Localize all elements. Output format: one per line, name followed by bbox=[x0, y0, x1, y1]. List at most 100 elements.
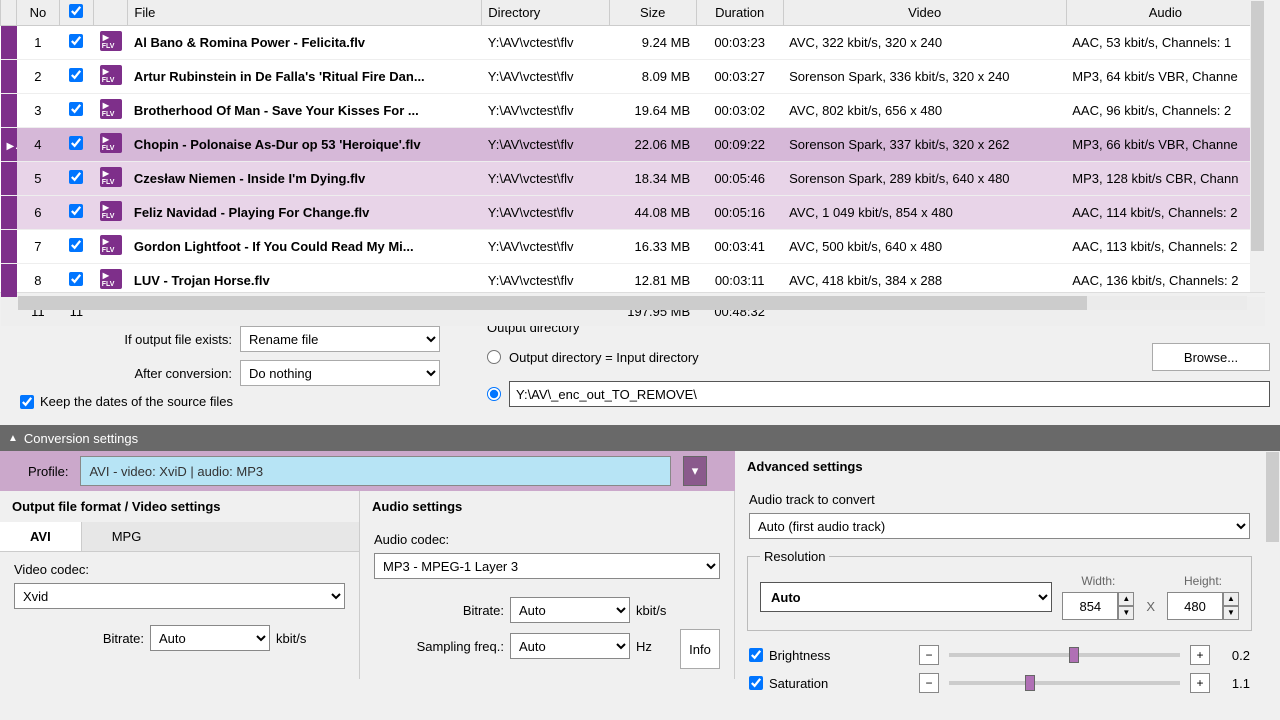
audio-bitrate-select[interactable]: Auto bbox=[510, 597, 630, 623]
col-check[interactable] bbox=[59, 0, 93, 26]
cell-dur: 00:03:11 bbox=[696, 264, 783, 298]
flv-icon bbox=[100, 167, 122, 187]
cell-dir: Y:\AV\vctest\flv bbox=[482, 60, 609, 94]
col-directory[interactable]: Directory bbox=[482, 0, 609, 26]
browse-button[interactable]: Browse... bbox=[1152, 343, 1270, 371]
flv-icon bbox=[100, 65, 122, 85]
audio-codec-select[interactable]: MP3 - MPEG-1 Layer 3 bbox=[374, 553, 720, 579]
cell-video: Sorenson Spark, 337 kbit/s, 320 x 262 bbox=[783, 128, 1066, 162]
saturation-row: Saturation − + 1.1 bbox=[735, 669, 1264, 697]
height-down[interactable]: ▼ bbox=[1223, 606, 1239, 620]
saturation-slider[interactable] bbox=[949, 681, 1180, 685]
outdir-same-radio[interactable] bbox=[487, 350, 501, 364]
width-up[interactable]: ▲ bbox=[1118, 592, 1134, 606]
profile-input[interactable] bbox=[80, 456, 671, 486]
outdir-custom-radio[interactable] bbox=[487, 387, 501, 401]
col-size[interactable]: Size bbox=[609, 0, 696, 26]
table-hscroll[interactable]: ◀ ▶ bbox=[0, 292, 1265, 312]
cell-check[interactable] bbox=[59, 196, 93, 230]
file-table-container: No File Directory Size Duration Video Au… bbox=[0, 0, 1265, 292]
saturation-minus[interactable]: − bbox=[919, 673, 939, 693]
sampling-select[interactable]: Auto bbox=[510, 633, 630, 659]
table-header-row: No File Directory Size Duration Video Au… bbox=[1, 0, 1265, 26]
brightness-minus[interactable]: − bbox=[919, 645, 939, 665]
cell-check[interactable] bbox=[59, 26, 93, 60]
cell-check[interactable] bbox=[59, 94, 93, 128]
row-checkbox[interactable] bbox=[69, 68, 83, 82]
outdir-path-input[interactable] bbox=[509, 381, 1270, 407]
advanced-vscroll[interactable] bbox=[1265, 451, 1280, 691]
col-duration[interactable]: Duration bbox=[696, 0, 783, 26]
cell-check[interactable] bbox=[59, 230, 93, 264]
table-row[interactable]: 7Gordon Lightfoot - If You Could Read My… bbox=[1, 230, 1265, 264]
cell-video: AVC, 802 kbit/s, 656 x 480 bbox=[783, 94, 1066, 128]
row-checkbox[interactable] bbox=[69, 204, 83, 218]
row-checkbox[interactable] bbox=[69, 136, 83, 150]
row-checkbox[interactable] bbox=[69, 272, 83, 286]
row-checkbox[interactable] bbox=[69, 238, 83, 252]
cell-check[interactable] bbox=[59, 60, 93, 94]
audio-codec-label: Audio codec: bbox=[374, 532, 720, 547]
brightness-label: Brightness bbox=[769, 648, 830, 663]
advanced-settings-title: Advanced settings bbox=[735, 451, 1264, 482]
row-checkbox[interactable] bbox=[69, 34, 83, 48]
table-row[interactable]: 1Al Bano & Romina Power - Felicita.flvY:… bbox=[1, 26, 1265, 60]
brightness-plus[interactable]: + bbox=[1190, 645, 1210, 665]
table-row[interactable]: 6Feliz Navidad - Playing For Change.flvY… bbox=[1, 196, 1265, 230]
col-file[interactable]: File bbox=[128, 0, 482, 26]
cell-file: Al Bano & Romina Power - Felicita.flv bbox=[128, 26, 482, 60]
table-vscroll[interactable] bbox=[1250, 0, 1265, 292]
chevron-down-icon: ▾ bbox=[692, 463, 699, 479]
play-marker bbox=[1, 94, 17, 128]
row-checkbox[interactable] bbox=[69, 102, 83, 116]
cell-dir: Y:\AV\vctest\flv bbox=[482, 162, 609, 196]
table-row[interactable]: 5Czesław Niemen - Inside I'm Dying.flvY:… bbox=[1, 162, 1265, 196]
width-down[interactable]: ▼ bbox=[1118, 606, 1134, 620]
sampling-unit: Hz bbox=[636, 639, 652, 654]
audio-track-select[interactable]: Auto (first audio track) bbox=[749, 513, 1250, 539]
play-marker bbox=[1, 60, 17, 94]
audio-settings-title: Audio settings bbox=[360, 491, 734, 522]
table-row[interactable]: 2Artur Rubinstein in De Falla's 'Ritual … bbox=[1, 60, 1265, 94]
cell-check[interactable] bbox=[59, 128, 93, 162]
tab-mpg[interactable]: MPG bbox=[82, 522, 172, 551]
brightness-slider[interactable] bbox=[949, 653, 1180, 657]
video-bitrate-select[interactable]: Auto bbox=[150, 625, 270, 651]
height-input[interactable] bbox=[1167, 592, 1223, 620]
cell-video: AVC, 418 kbit/s, 384 x 288 bbox=[783, 264, 1066, 298]
cell-file: Chopin - Polonaise As-Dur op 53 'Heroiqu… bbox=[128, 128, 482, 162]
table-row[interactable]: 8LUV - Trojan Horse.flvY:\AV\vctest\flv1… bbox=[1, 264, 1265, 298]
collapse-icon: ▲ bbox=[8, 433, 18, 444]
play-marker bbox=[1, 196, 17, 230]
cell-audio: MP3, 128 kbit/s CBR, Chann bbox=[1066, 162, 1264, 196]
col-audio[interactable]: Audio bbox=[1066, 0, 1264, 26]
if-exists-select[interactable]: Rename file bbox=[240, 326, 440, 352]
col-video[interactable]: Video bbox=[783, 0, 1066, 26]
play-marker bbox=[1, 26, 17, 60]
info-button[interactable]: Info bbox=[680, 629, 720, 669]
keep-dates-checkbox[interactable] bbox=[20, 395, 34, 409]
saturation-checkbox[interactable] bbox=[749, 676, 763, 690]
lower-panel: Profile: ▾ Output file format / Video se… bbox=[0, 451, 1280, 697]
cell-video: Sorenson Spark, 336 kbit/s, 320 x 240 bbox=[783, 60, 1066, 94]
height-up[interactable]: ▲ bbox=[1223, 592, 1239, 606]
table-row[interactable]: 3Brotherhood Of Man - Save Your Kisses F… bbox=[1, 94, 1265, 128]
tab-avi[interactable]: AVI bbox=[0, 522, 82, 551]
brightness-checkbox[interactable] bbox=[749, 648, 763, 662]
resolution-select[interactable]: Auto bbox=[760, 582, 1052, 612]
video-codec-select[interactable]: Xvid bbox=[14, 583, 345, 609]
cell-check[interactable] bbox=[59, 162, 93, 196]
cell-check[interactable] bbox=[59, 264, 93, 298]
saturation-plus[interactable]: + bbox=[1190, 673, 1210, 693]
cell-dur: 00:09:22 bbox=[696, 128, 783, 162]
conversion-settings-header[interactable]: ▲ Conversion settings bbox=[0, 425, 1280, 451]
after-conv-select[interactable]: Do nothing bbox=[240, 360, 440, 386]
check-all[interactable] bbox=[69, 4, 83, 18]
hscroll-thumb[interactable] bbox=[18, 296, 1087, 310]
table-row[interactable]: 4Chopin - Polonaise As-Dur op 53 'Heroiq… bbox=[1, 128, 1265, 162]
col-no[interactable]: No bbox=[17, 0, 59, 26]
play-marker bbox=[1, 230, 17, 264]
profile-dropdown-button[interactable]: ▾ bbox=[683, 456, 707, 486]
row-checkbox[interactable] bbox=[69, 170, 83, 184]
width-input[interactable] bbox=[1062, 592, 1118, 620]
